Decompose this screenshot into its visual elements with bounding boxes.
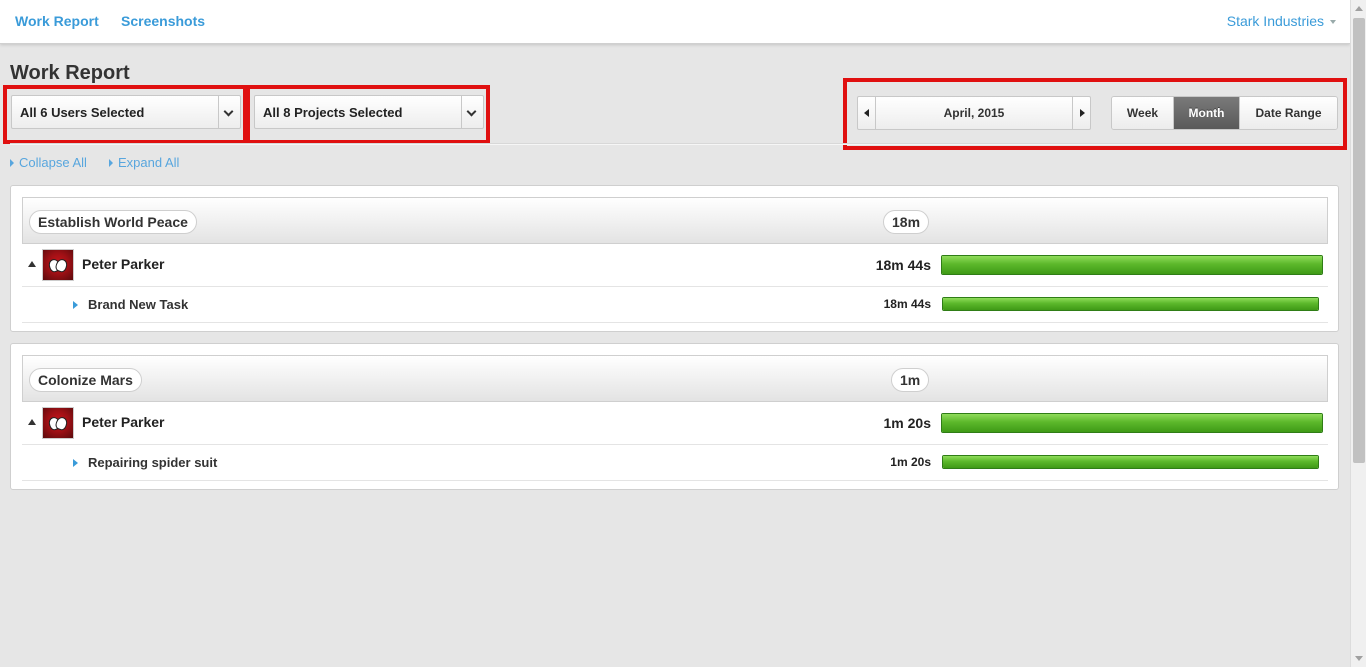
date-navigator: April, 2015	[857, 96, 1091, 130]
task-duration: 1m 20s	[890, 455, 931, 469]
task-progress-bar	[942, 455, 1319, 469]
user-row[interactable]: Peter Parker 1m 20s	[22, 402, 1328, 445]
previous-month-button[interactable]	[858, 97, 876, 129]
range-month-button[interactable]: Month	[1174, 97, 1240, 129]
user-progress-fill	[942, 414, 1322, 432]
user-progress-bar	[941, 255, 1323, 275]
header-divider	[10, 143, 1339, 145]
expand-all-label: Expand All	[118, 155, 180, 170]
nav-screenshots-link[interactable]: Screenshots	[121, 13, 205, 29]
user-duration: 1m 20s	[883, 415, 931, 431]
task-progress-fill	[943, 456, 1318, 468]
task-progress-fill	[943, 298, 1318, 310]
avatar	[42, 407, 74, 439]
expand-triangle-icon[interactable]	[73, 301, 78, 309]
organization-dropdown[interactable]: Stark Industries	[1227, 13, 1336, 29]
range-week-button[interactable]: Week	[1112, 97, 1174, 129]
task-progress-bar	[942, 297, 1319, 311]
user-row[interactable]: Peter Parker 18m 44s	[22, 244, 1328, 287]
collapse-all-link[interactable]: Collapse All	[10, 155, 87, 170]
task-row[interactable]: Repairing spider suit 1m 20s	[22, 445, 1328, 481]
users-select-value: All 6 Users Selected	[20, 105, 145, 120]
task-row[interactable]: Brand New Task 18m 44s	[22, 287, 1328, 323]
caret-down-icon	[1330, 20, 1336, 25]
top-navbar: Work Report Screenshots Stark Industries	[0, 0, 1350, 44]
chevron-down-icon[interactable]	[461, 96, 483, 128]
project-total-pill: 18m	[883, 210, 930, 234]
user-duration: 18m 44s	[875, 257, 931, 273]
collapse-all-label: Collapse All	[19, 155, 87, 170]
collapse-triangle-icon[interactable]	[28, 261, 36, 267]
collapse-triangle-icon[interactable]	[28, 419, 36, 425]
expand-icon	[109, 159, 113, 167]
user-progress-fill	[942, 256, 1322, 274]
user-name: Peter Parker	[82, 414, 165, 430]
scroll-thumb[interactable]	[1353, 18, 1365, 463]
collapse-icon	[10, 159, 14, 167]
projects-select[interactable]: All 8 Projects Selected	[254, 95, 484, 129]
chevron-down-icon[interactable]	[218, 96, 240, 128]
page-scrollbar[interactable]	[1350, 0, 1366, 667]
next-month-button[interactable]	[1072, 97, 1090, 129]
project-panel: Colonize Mars 1m Peter Parker 1m 20s Rep…	[10, 343, 1339, 490]
project-header[interactable]: Colonize Mars 1m	[22, 355, 1328, 402]
current-period-label: April, 2015	[943, 106, 1005, 120]
projects-select-value: All 8 Projects Selected	[263, 105, 403, 120]
expand-all-link[interactable]: Expand All	[109, 155, 179, 170]
page-title: Work Report	[10, 62, 130, 84]
user-name: Peter Parker	[82, 256, 165, 272]
scroll-up-icon[interactable]	[1355, 6, 1363, 11]
users-select[interactable]: All 6 Users Selected	[11, 95, 241, 129]
range-mode-selector: Week Month Date Range	[1111, 96, 1338, 130]
project-panel: Establish World Peace 18m Peter Parker 1…	[10, 185, 1339, 332]
expand-triangle-icon[interactable]	[73, 459, 78, 467]
organization-label: Stark Industries	[1226, 13, 1324, 29]
project-header[interactable]: Establish World Peace 18m	[22, 197, 1328, 244]
scroll-down-icon[interactable]	[1355, 656, 1363, 661]
task-name: Brand New Task	[88, 297, 189, 312]
task-name: Repairing spider suit	[88, 455, 218, 470]
avatar	[42, 249, 74, 281]
user-progress-bar	[941, 413, 1323, 433]
nav-work-report-link[interactable]: Work Report	[15, 13, 99, 29]
project-name-pill: Establish World Peace	[29, 210, 197, 234]
project-name-pill: Colonize Mars	[29, 368, 142, 392]
task-duration: 18m 44s	[883, 297, 931, 311]
range-date-range-button[interactable]: Date Range	[1240, 97, 1337, 129]
project-total-pill: 1m	[891, 368, 930, 392]
